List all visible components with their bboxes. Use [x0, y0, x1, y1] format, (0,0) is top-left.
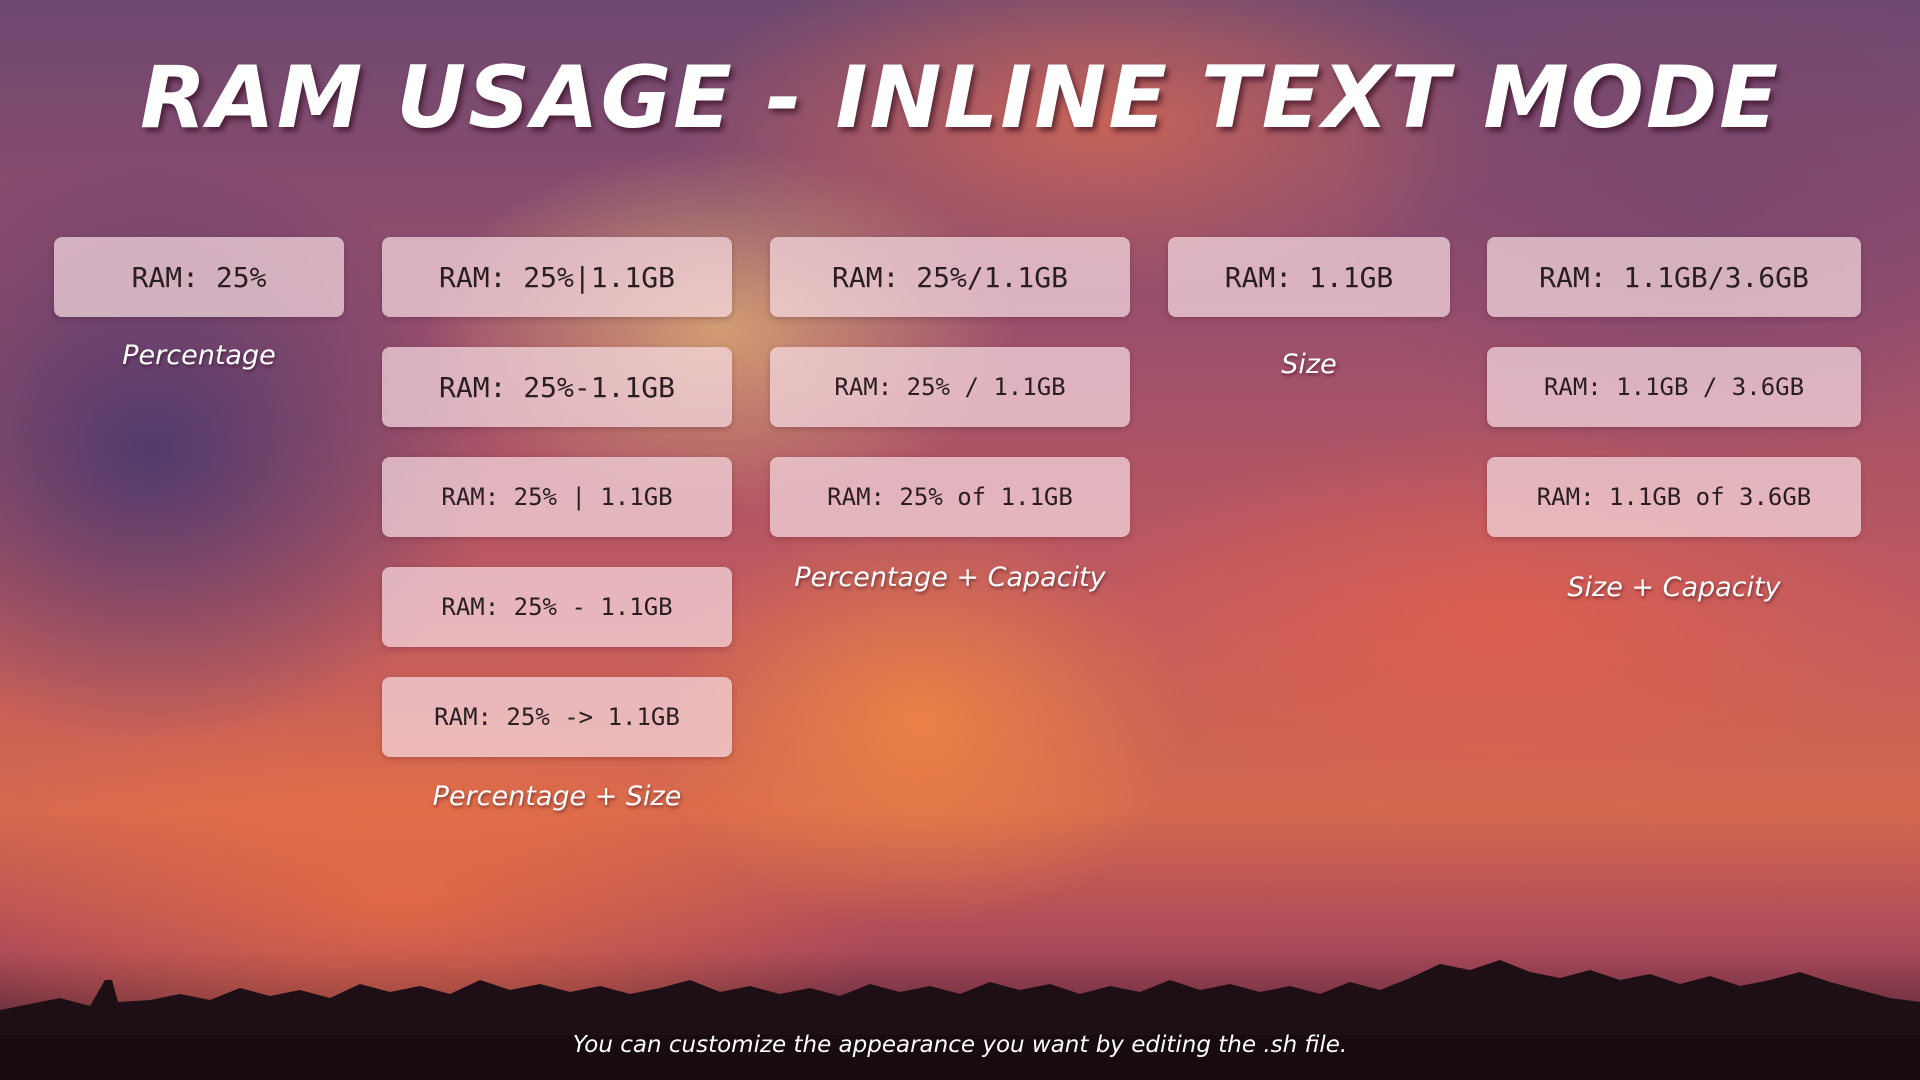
percentage-size-item-5: RAM: 25% -> 1.1GB: [382, 677, 732, 757]
percentage-size-item-4: RAM: 25% - 1.1GB: [382, 567, 732, 647]
percentage-capacity-item-2: RAM: 25% / 1.1GB: [770, 347, 1130, 427]
footer-note: You can customize the appearance you wan…: [572, 1032, 1348, 1058]
percentage-size-item-2: RAM: 25%-1.1GB: [382, 347, 732, 427]
percentage-size-item-1: RAM: 25%|1.1GB: [382, 237, 732, 317]
percentage-size-item-3: RAM: 25% | 1.1GB: [382, 457, 732, 537]
size-label: Size: [1281, 349, 1337, 380]
percentage-capacity-item-3: RAM: 25% of 1.1GB: [770, 457, 1130, 537]
page-title: RAM USAGE - INLINE TEXT MODE: [139, 48, 1781, 148]
size-capacity-item-1: RAM: 1.1GB/3.6GB: [1487, 237, 1861, 317]
size-capacity-label: Size + Capacity: [1567, 572, 1781, 603]
percentage-capacity-label: Percentage + Capacity: [794, 562, 1106, 593]
skyline-silhouette: [0, 960, 1920, 1080]
percentage-label: Percentage: [122, 340, 276, 371]
size-item-1: RAM: 1.1GB: [1168, 237, 1450, 317]
size-capacity-item-3: RAM: 1.1GB of 3.6GB: [1487, 457, 1861, 537]
size-capacity-item-2: RAM: 1.1GB / 3.6GB: [1487, 347, 1861, 427]
percentage-size-label: Percentage + Size: [432, 781, 682, 812]
percentage-item-1: RAM: 25%: [54, 237, 344, 317]
percentage-capacity-item-1: RAM: 25%/1.1GB: [770, 237, 1130, 317]
